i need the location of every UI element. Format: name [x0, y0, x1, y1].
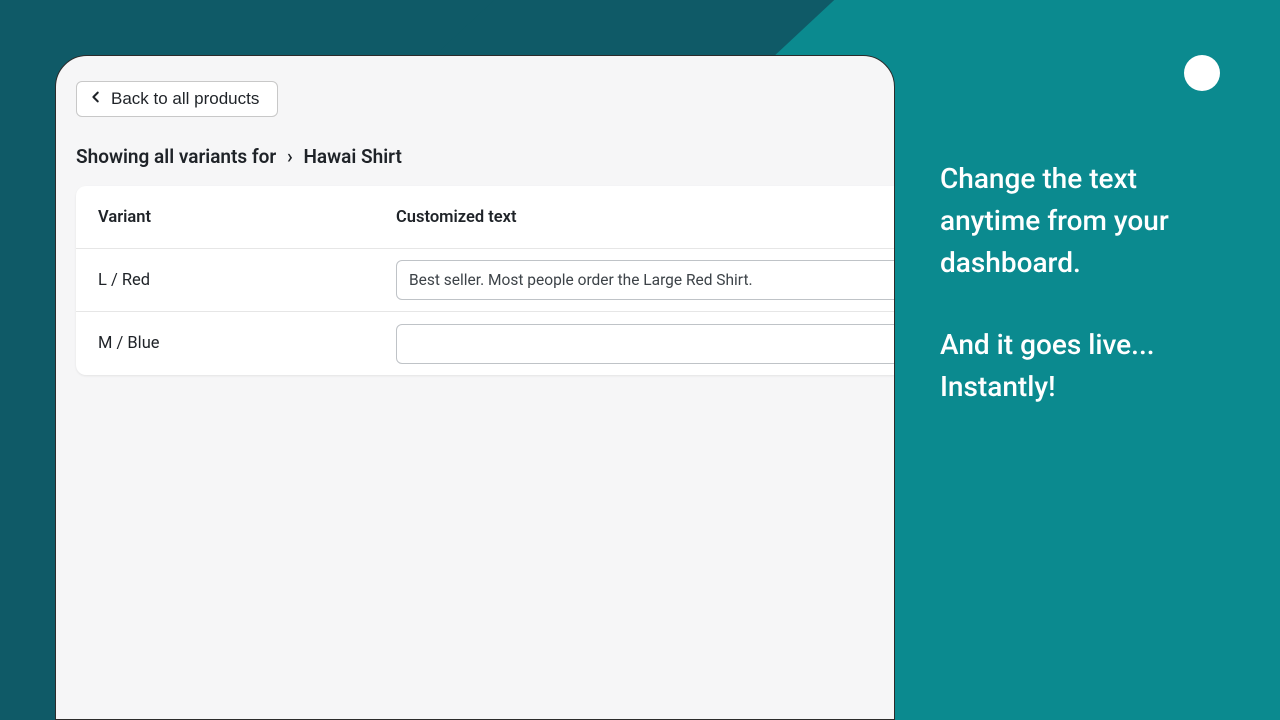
- breadcrumb-separator: ›: [281, 145, 299, 168]
- breadcrumb-product: Hawai Shirt: [303, 145, 401, 168]
- variants-card: Variant Customized text L / Red M / Blue: [76, 186, 895, 375]
- marketing-line-2: And it goes live... Instantly!: [940, 324, 1240, 408]
- decorative-dot: [1184, 55, 1220, 91]
- column-header-variant: Variant: [76, 208, 396, 227]
- table-row: M / Blue: [76, 312, 895, 375]
- chevron-left-icon: [89, 89, 103, 109]
- dashboard-panel: Back to all products Showing all variant…: [55, 55, 895, 720]
- table-row: L / Red: [76, 249, 895, 312]
- marketing-copy: Change the text anytime from your dashbo…: [940, 158, 1240, 408]
- breadcrumb: Showing all variants for › Hawai Shirt: [76, 145, 894, 168]
- customized-text-input[interactable]: [396, 324, 895, 364]
- customized-text-input[interactable]: [396, 260, 895, 300]
- table-header-row: Variant Customized text: [76, 186, 895, 249]
- marketing-line-1: Change the text anytime from your dashbo…: [940, 158, 1240, 284]
- column-header-text: Customized text: [396, 208, 895, 227]
- back-button-label: Back to all products: [111, 89, 259, 109]
- back-to-products-button[interactable]: Back to all products: [76, 81, 278, 117]
- variant-name: L / Red: [76, 271, 396, 290]
- breadcrumb-prefix: Showing all variants for: [76, 145, 276, 168]
- variant-name: M / Blue: [76, 334, 396, 353]
